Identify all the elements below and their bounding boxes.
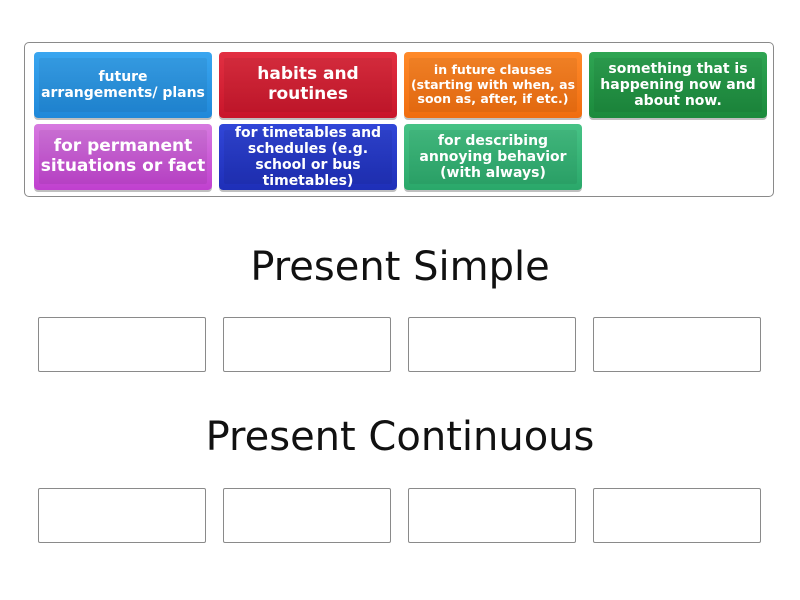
group-heading-present-continuous: Present Continuous xyxy=(205,414,595,460)
card-future-arrangements[interactable]: future arrangements/ plans xyxy=(34,52,212,118)
group-heading-present-simple: Present Simple xyxy=(250,244,550,290)
card-annoying-behavior[interactable]: for describing annoying behavior (with a… xyxy=(404,124,582,190)
drop-slot-present-continuous-2[interactable] xyxy=(223,488,391,543)
drop-slot-present-simple-4[interactable] xyxy=(593,317,761,372)
card-future-clauses[interactable]: in future clauses (starting with when, a… xyxy=(404,52,582,118)
card-label: for describing annoying behavior (with a… xyxy=(419,132,567,182)
card-permanent-situations[interactable]: for permanent situations or fact xyxy=(34,124,212,190)
card-bank: future arrangements/ plans habits and ro… xyxy=(24,42,774,197)
card-timetables[interactable]: for timetables and schedules (e.g. schoo… xyxy=(219,124,397,190)
drop-slot-present-simple-2[interactable] xyxy=(223,317,391,372)
card-habits-routines[interactable]: habits and routines xyxy=(219,52,397,118)
drop-slot-present-continuous-1[interactable] xyxy=(38,488,206,543)
drop-slot-present-continuous-4[interactable] xyxy=(593,488,761,543)
drop-slot-present-continuous-3[interactable] xyxy=(408,488,576,543)
card-label: in future clauses (starting with when, a… xyxy=(410,62,576,107)
card-label: for timetables and schedules (e.g. schoo… xyxy=(234,124,382,190)
card-label: something that is happening now and abou… xyxy=(600,60,756,110)
card-label: habits and routines xyxy=(257,64,359,104)
card-label: future arrangements/ plans xyxy=(41,68,205,101)
card-happening-now[interactable]: something that is happening now and abou… xyxy=(589,52,767,118)
drop-slot-present-simple-3[interactable] xyxy=(408,317,576,372)
drop-slot-present-simple-1[interactable] xyxy=(38,317,206,372)
card-label: for permanent situations or fact xyxy=(40,136,206,176)
